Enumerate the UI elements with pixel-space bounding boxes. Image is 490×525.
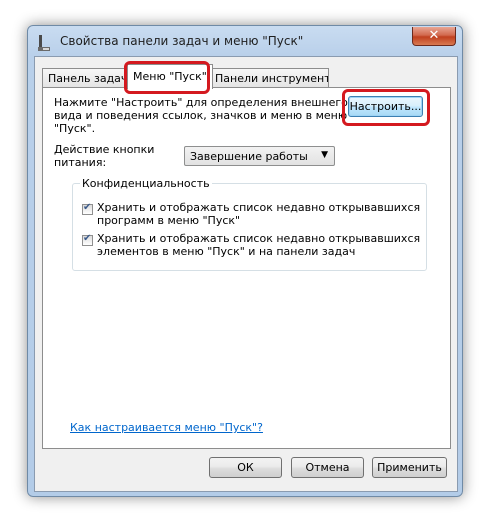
dialog-window: Свойства панели задач и меню "Пуск" ✕ Па… <box>27 25 463 497</box>
window-title: Свойства панели задач и меню "Пуск" <box>60 34 304 48</box>
dialog-body: Панель задач Панели инструментов Меню "П… <box>34 56 458 492</box>
privacy-group-title: Конфиденциальность <box>80 177 212 190</box>
apply-button[interactable]: Применить <box>372 457 447 478</box>
power-label-line-2: питания: <box>54 156 107 169</box>
recent-items-checkbox[interactable] <box>82 233 93 246</box>
close-icon: ✕ <box>428 28 440 43</box>
recent-programs-checkbox[interactable] <box>82 202 93 215</box>
privacy-group: Конфиденциальность Хранить и отображать … <box>72 177 427 271</box>
power-action-select[interactable]: Завершение работы ▼ <box>184 146 335 166</box>
power-label-line-1: Действие кнопки <box>54 143 155 156</box>
customize-button[interactable]: Настроить... <box>348 96 423 117</box>
description-line-3: "Пуск". <box>54 122 96 135</box>
taskbar-icon <box>38 35 50 51</box>
help-link[interactable]: Как настраивается меню "Пуск"? <box>70 421 263 434</box>
title-bar[interactable]: Свойства панели задач и меню "Пуск" ✕ <box>28 26 462 56</box>
cancel-button[interactable]: Отмена <box>291 457 364 478</box>
recent-programs-line-1: Хранить и отображать список недавно откр… <box>97 201 421 214</box>
tab-toolbars[interactable]: Панели инструментов <box>209 68 329 88</box>
tab-panel-start-menu: Нажмите "Настроить" для определения внеш… <box>42 87 451 449</box>
tab-start-menu[interactable]: Меню "Пуск" <box>127 64 213 89</box>
dropdown-arrow-icon: ▼ <box>321 150 328 160</box>
description-line-2: вида и поведения ссылок, значков и меню … <box>54 109 348 122</box>
ok-button[interactable]: ОК <box>209 457 282 478</box>
power-action-value: Завершение работы <box>190 150 308 163</box>
recent-programs-line-2: программ в меню "Пуск" <box>97 214 241 227</box>
close-button[interactable]: ✕ <box>412 27 456 46</box>
tab-taskbar[interactable]: Панель задач <box>42 68 126 88</box>
recent-items-line-2: элементов в меню "Пуск" и на панели зада… <box>97 245 356 258</box>
description-line-1: Нажмите "Настроить" для определения внеш… <box>54 96 348 109</box>
recent-items-line-1: Хранить и отображать список недавно откр… <box>97 232 421 245</box>
